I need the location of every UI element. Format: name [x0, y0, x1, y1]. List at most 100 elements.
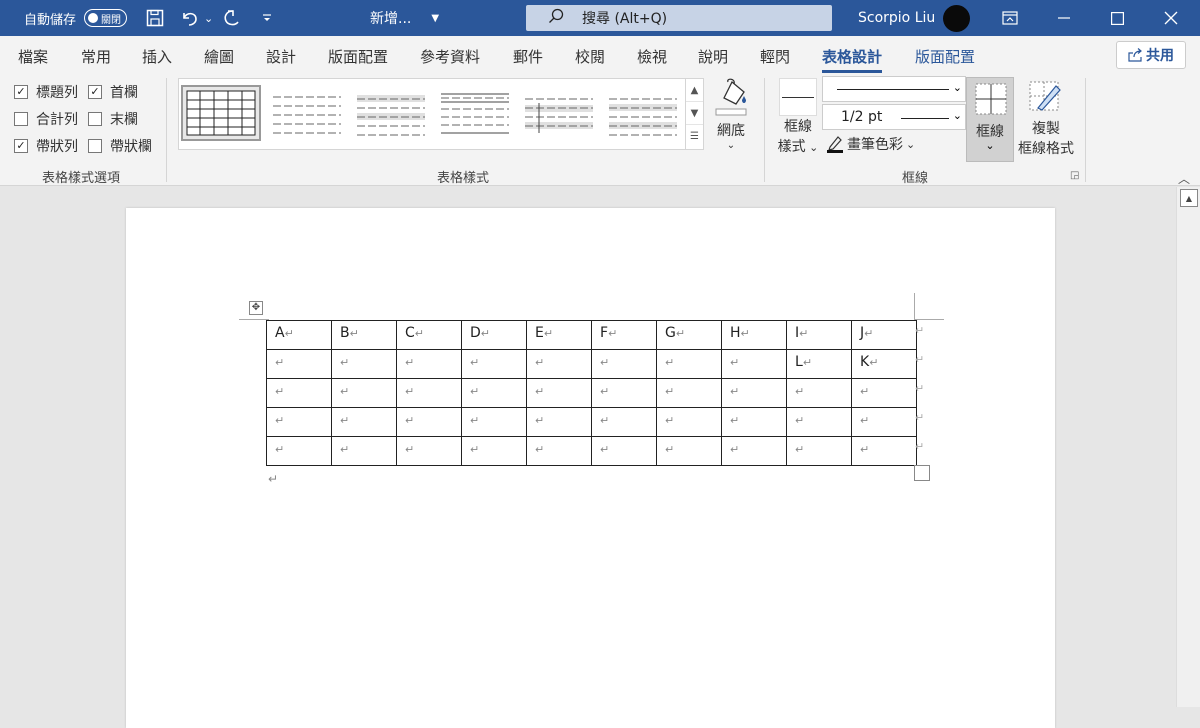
border-styles-button[interactable]: 框線 樣式 ⌄ [776, 78, 820, 156]
document-page[interactable]: ✥ A↵ B↵ C↵ D↵ E↵ F↵ G↵ H↵ I↵ J↵ ↵ ↵ ↵ ↵ ↵ ↵ ↵ ↵ L↵ K↵ ↵ ↵ ↵ ↵ ↵ ↵… [126, 208, 1055, 728]
table-move-handle-icon[interactable]: ✥ [249, 301, 263, 315]
table-cell[interactable]: ↵ [396, 349, 462, 379]
table-cell[interactable]: ↵ [721, 436, 787, 466]
table-style-grid[interactable] [181, 85, 261, 141]
undo-dropdown-icon[interactable]: ⌄ [204, 0, 213, 36]
table-cell[interactable]: ↵ [331, 436, 397, 466]
table-cell[interactable]: D↵ [461, 320, 527, 350]
table-cell[interactable]: ↵ [721, 378, 787, 408]
gallery-up-icon[interactable]: ▲ [686, 79, 703, 102]
checkbox-checked[interactable]: ✓ [88, 85, 102, 99]
table-cell[interactable]: ↵ [266, 349, 332, 379]
table-cell[interactable]: ↵ [851, 378, 917, 408]
table-cell[interactable]: ↵ [396, 436, 462, 466]
table-style-plain-4[interactable] [519, 85, 599, 141]
table-cell[interactable]: ↵ [526, 378, 592, 408]
undo-icon[interactable] [180, 0, 200, 36]
table-cell[interactable]: B↵ [331, 320, 397, 350]
tab-view[interactable]: 檢視 [637, 46, 667, 67]
table-cell[interactable]: J↵ [851, 320, 917, 350]
autosave-toggle[interactable]: 關閉 [84, 9, 128, 27]
tab-table-design[interactable]: 表格設計 [822, 46, 883, 73]
line-style-select[interactable]: ⌄ [822, 76, 966, 102]
table-cell[interactable]: ↵ [656, 407, 722, 437]
table-cell[interactable]: ↵ [396, 407, 462, 437]
tab-review[interactable]: 校閱 [575, 46, 605, 67]
minimize-icon[interactable] [1058, 0, 1070, 36]
last-column-option[interactable]: 末欄 [88, 109, 138, 129]
table-cell[interactable]: E↵ [526, 320, 592, 350]
table-cell[interactable]: ↵ [266, 378, 332, 408]
table-cell[interactable]: ↵ [721, 349, 787, 379]
table-cell[interactable]: ↵ [266, 436, 332, 466]
first-column-option[interactable]: ✓ 首欄 [88, 82, 138, 102]
save-icon[interactable] [146, 0, 164, 36]
gallery-more-icon[interactable]: ☰ [686, 125, 703, 148]
user-name[interactable]: Scorpio Liu [858, 0, 935, 36]
share-button[interactable]: 共用 [1116, 41, 1186, 69]
table-cell[interactable]: ↵ [461, 436, 527, 466]
table-cell[interactable]: K↵ [851, 349, 917, 379]
table-cell[interactable]: L↵ [786, 349, 852, 379]
line-weight-select[interactable]: 1/2 pt ⌄ [822, 104, 966, 130]
gallery-down-icon[interactable]: ▼ [686, 102, 703, 125]
shading-button[interactable]: 網底 ⌄ [710, 78, 752, 151]
tab-help[interactable]: 說明 [698, 46, 728, 67]
checkbox-unchecked[interactable] [14, 112, 28, 126]
scroll-up-icon[interactable]: ▲ [1180, 189, 1198, 207]
redo-icon[interactable] [222, 0, 242, 36]
table-cell[interactable]: ↵ [591, 407, 657, 437]
table-cell[interactable]: ↵ [266, 407, 332, 437]
search-box[interactable]: 搜尋 (Alt+Q) [526, 5, 832, 31]
table-cell[interactable]: ↵ [656, 349, 722, 379]
collapse-ribbon-icon[interactable]: ︿ [1178, 170, 1190, 187]
vertical-scrollbar[interactable]: ▲ [1176, 187, 1200, 707]
borders-button[interactable]: 框線 ⌄ [966, 77, 1014, 162]
autosave[interactable]: 自動儲存 關閉 [24, 0, 128, 36]
table-cell[interactable]: ↵ [461, 407, 527, 437]
tab-insert[interactable]: 插入 [142, 46, 172, 67]
tab-draw[interactable]: 繪圖 [204, 46, 234, 67]
table-cell[interactable]: ↵ [396, 378, 462, 408]
table-cell[interactable]: ↵ [526, 436, 592, 466]
table-cell[interactable]: G↵ [656, 320, 722, 350]
tab-design[interactable]: 設計 [266, 46, 296, 67]
table-cell[interactable]: ↵ [461, 378, 527, 408]
table-cell[interactable]: ↵ [786, 407, 852, 437]
tab-references[interactable]: 參考資料 [420, 46, 480, 67]
pen-color-button[interactable]: 畫筆色彩 ⌄ [826, 134, 915, 154]
document-table[interactable]: A↵ B↵ C↵ D↵ E↵ F↵ G↵ H↵ I↵ J↵ ↵ ↵ ↵ ↵ ↵ ↵ ↵ ↵ L↵ K↵ ↵ ↵ ↵ ↵ ↵ ↵ ↵ ↵… [266, 320, 917, 466]
table-cell[interactable]: C↵ [396, 320, 462, 350]
table-cell[interactable]: ↵ [331, 349, 397, 379]
table-cell[interactable]: ↵ [591, 378, 657, 408]
header-row-option[interactable]: ✓ 標題列 [14, 82, 78, 102]
checkbox-unchecked[interactable] [88, 112, 102, 126]
table-style-plain-2[interactable] [351, 85, 431, 141]
table-style-plain-3[interactable] [435, 85, 515, 141]
table-cell[interactable]: ↵ [526, 407, 592, 437]
table-cell[interactable]: ↵ [786, 436, 852, 466]
document-name[interactable]: 新增... ▼ [370, 0, 439, 36]
table-cell[interactable]: ↵ [721, 407, 787, 437]
ribbon-display-icon[interactable] [1002, 0, 1018, 36]
tab-flash[interactable]: 輕閃 [760, 46, 790, 67]
table-cell[interactable]: ↵ [591, 436, 657, 466]
total-row-option[interactable]: 合計列 [14, 109, 78, 129]
table-cell[interactable]: ↵ [331, 407, 397, 437]
table-cell[interactable]: H↵ [721, 320, 787, 350]
table-cell[interactable]: I↵ [786, 320, 852, 350]
table-cell[interactable]: F↵ [591, 320, 657, 350]
checkbox-unchecked[interactable] [88, 139, 102, 153]
table-cell[interactable]: ↵ [786, 378, 852, 408]
tab-mailings[interactable]: 郵件 [513, 46, 543, 67]
maximize-icon[interactable] [1111, 0, 1124, 36]
table-style-plain-1[interactable] [267, 85, 347, 141]
avatar[interactable] [943, 5, 970, 32]
tab-file[interactable]: 檔案 [18, 46, 48, 67]
tab-home[interactable]: 常用 [81, 46, 111, 67]
table-cell[interactable]: ↵ [461, 349, 527, 379]
checkbox-checked[interactable]: ✓ [14, 139, 28, 153]
table-cell[interactable]: ↵ [526, 349, 592, 379]
tab-table-layout[interactable]: 版面配置 [915, 46, 975, 67]
table-cell[interactable]: ↵ [656, 436, 722, 466]
